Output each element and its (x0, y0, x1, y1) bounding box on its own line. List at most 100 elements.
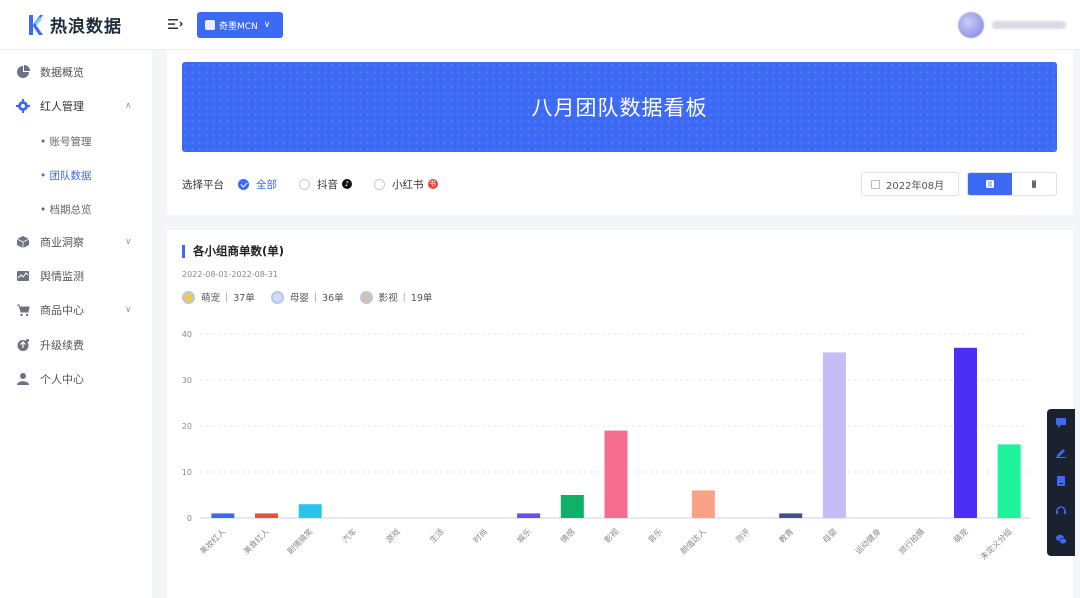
sidebar-subitem-team-data[interactable]: • 团队数据 (0, 158, 152, 192)
sidebar-item-products[interactable]: 商品中心 ∨ (0, 293, 152, 327)
x-tick-label: 测评 (734, 527, 752, 545)
mcn-select[interactable]: 奇墨MCN ∨ (197, 12, 283, 38)
x-tick-label: 情感 (558, 526, 576, 544)
bar[interactable] (604, 430, 628, 518)
summary-name: 萌宠 (201, 293, 221, 304)
toggle-desktop[interactable] (968, 173, 1012, 195)
bar[interactable] (953, 347, 977, 518)
sidebar-item-upgrade[interactable]: 升级续费 (0, 328, 152, 362)
chevron-down-icon: ∨ (263, 20, 271, 30)
bar[interactable] (560, 495, 584, 518)
wechat-icon[interactable] (1055, 533, 1067, 545)
summary-count: 37单 (233, 293, 255, 304)
banner: 八月团队数据看板 (182, 62, 1057, 152)
logo-text: 热浪数据 (50, 17, 122, 37)
x-tick-label: 萌宠 (952, 526, 970, 544)
user-menu[interactable] (958, 12, 1066, 38)
x-tick-label: 音乐 (646, 526, 664, 544)
platform-filter: 选择平台 全部 抖音 ♪ 小红书 书 (182, 176, 460, 192)
bar[interactable] (211, 513, 235, 518)
radio-all[interactable]: 全部 (238, 177, 277, 192)
y-tick-label: 30 (182, 376, 192, 385)
logo-icon (29, 14, 43, 35)
separator: | (313, 291, 318, 303)
sidebar-item-influencer[interactable]: 红人管理 ∧ (0, 89, 152, 123)
summary-name: 母婴 (289, 293, 309, 304)
sidebar-subitem-accounts[interactable]: • 账号管理 (0, 124, 152, 158)
x-tick-label: 旅行拍摄 (897, 526, 927, 556)
x-tick-label: 汽车 (340, 526, 358, 544)
logo[interactable]: 热浪数据 (26, 12, 122, 37)
headset-icon[interactable] (1055, 504, 1067, 516)
chevron-down-icon: ∨ (125, 237, 132, 247)
bar[interactable] (779, 513, 803, 518)
chevron-up-icon: ∧ (125, 101, 132, 111)
edit-icon[interactable] (1055, 446, 1067, 458)
cart-icon (17, 304, 30, 317)
chat-icon[interactable] (1055, 417, 1067, 429)
toggle-mobile[interactable] (1012, 173, 1056, 195)
chart-date-range: 2022-08-01-2022-08-31 (182, 270, 278, 279)
radio-dot[interactable] (299, 178, 310, 190)
document-icon[interactable] (1055, 475, 1067, 487)
radio-dot[interactable] (374, 178, 385, 190)
username-blurred (992, 21, 1066, 29)
device-toggle (967, 172, 1057, 196)
silver-medal-icon (270, 290, 284, 304)
bar[interactable] (997, 444, 1021, 518)
x-tick-label: 时尚 (471, 526, 489, 544)
month-value: 2022年08月 (886, 180, 945, 192)
y-tick-label: 40 (182, 330, 192, 339)
separator: | (225, 291, 229, 303)
y-tick-label: 0 (187, 514, 192, 523)
sidebar-item-overview[interactable]: 数据概览 (0, 55, 152, 89)
pie-chart-icon (17, 65, 30, 78)
sidebar-subitem-label: • 账号管理 (40, 135, 92, 148)
month-picker[interactable]: 2022年08月 (861, 172, 959, 196)
gold-medal-icon (182, 290, 195, 304)
mcn-icon (205, 20, 215, 30)
x-tick-label: 教育 (777, 526, 795, 544)
floating-toolbar (1047, 409, 1075, 556)
summary-item: 影视 | 19单 (359, 290, 432, 304)
sidebar-subitem-schedule[interactable]: • 档期总览 (0, 192, 152, 226)
gear-icon (16, 99, 30, 113)
summary-count: 36单 (322, 293, 344, 304)
avatar (958, 12, 984, 38)
menu-toggle-icon[interactable] (167, 16, 183, 32)
sidebar-item-label: 红人管理 (40, 100, 84, 113)
summary-name: 影视 (378, 293, 398, 304)
bar[interactable] (691, 490, 715, 518)
x-tick-label: 美食红人 (241, 526, 271, 556)
separator: | (402, 291, 406, 303)
banner-title: 八月团队数据看板 (531, 96, 708, 120)
summary-item: 母婴 | 36单 (270, 290, 344, 304)
platform-label: 选择平台 (182, 178, 224, 191)
sidebar-item-label: 个人中心 (40, 373, 84, 386)
sidebar-item-profile[interactable]: 个人中心 (0, 362, 152, 396)
mcn-label: 奇墨MCN (219, 21, 258, 32)
chart-title: 各小组商单数(单) (182, 245, 284, 258)
radio-douyin[interactable]: 抖音 ♪ (299, 177, 352, 192)
radio-label: 全部 (256, 178, 277, 191)
sidebar: 数据概览 红人管理 ∧ • 账号管理 • 团队数据 • 档期总览 商业洞察 ∨ … (0, 50, 152, 598)
calendar-icon (871, 179, 880, 189)
user-icon (17, 373, 29, 385)
sidebar-item-business[interactable]: 商业洞察 ∨ (0, 225, 152, 259)
bar[interactable] (255, 513, 279, 518)
grid-icon (986, 180, 994, 188)
x-tick-label: 影视 (602, 526, 620, 544)
bar[interactable] (517, 513, 541, 518)
x-tick-label: 娱乐 (515, 526, 533, 544)
bar[interactable] (822, 352, 846, 518)
radio-xiaohongshu[interactable]: 小红书 书 (374, 177, 438, 192)
y-tick-label: 10 (182, 468, 192, 477)
sidebar-subitem-label: • 团队数据 (40, 169, 92, 182)
mobile-icon (1032, 180, 1036, 188)
x-tick-label: 颜值达人 (678, 526, 708, 556)
sidebar-item-sentiment[interactable]: 舆情监测 (0, 259, 152, 293)
x-tick-label: 游戏 (384, 526, 402, 544)
upgrade-icon (17, 339, 29, 351)
radio-dot[interactable] (238, 178, 249, 190)
bar[interactable] (298, 504, 322, 518)
